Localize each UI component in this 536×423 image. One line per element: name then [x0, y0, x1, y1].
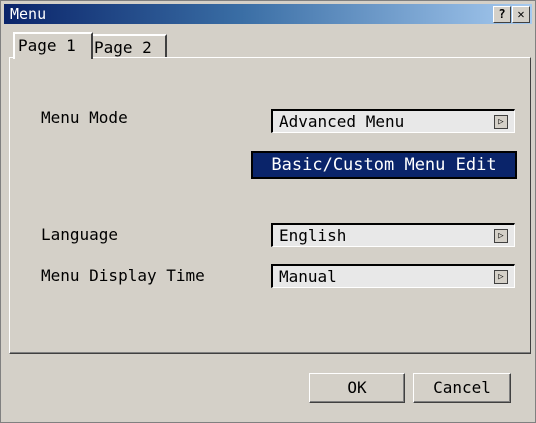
display-time-label: Menu Display Time [41, 266, 205, 285]
dropdown-arrow-icon: ▷ [494, 229, 508, 243]
language-dropdown[interactable]: English ▷ [271, 223, 515, 247]
cancel-button[interactable]: Cancel [413, 373, 511, 403]
settings-panel [9, 57, 531, 354]
help-button[interactable]: ? [493, 6, 511, 23]
tab-page-2[interactable]: Page 2 [91, 34, 167, 58]
custom-menu-edit-button[interactable]: Basic/Custom Menu Edit [251, 151, 517, 179]
language-value: English [279, 226, 347, 245]
tab-page-1-label: Page 1 [18, 36, 76, 55]
title-bar[interactable]: Menu ? ✕ [4, 4, 532, 24]
display-time-value: Manual [279, 267, 337, 286]
ok-button[interactable]: OK [309, 373, 405, 403]
language-label: Language [41, 225, 119, 244]
dropdown-arrow-icon: ▷ [494, 115, 508, 129]
dropdown-arrow-icon: ▷ [494, 270, 508, 284]
display-time-dropdown[interactable]: Manual ▷ [271, 264, 515, 288]
menu-mode-dropdown[interactable]: Advanced Menu ▷ [271, 109, 515, 133]
tab-page-1[interactable]: Page 1 [13, 32, 93, 59]
menu-mode-label: Menu Mode [41, 108, 128, 127]
tab-page-2-label: Page 2 [94, 38, 152, 57]
window-title: Menu [10, 5, 47, 23]
menu-mode-value: Advanced Menu [279, 112, 405, 131]
menu-dialog: Menu ? ✕ Page 1 Page 2 Menu Mode Advance… [0, 0, 536, 423]
close-button[interactable]: ✕ [512, 6, 530, 23]
